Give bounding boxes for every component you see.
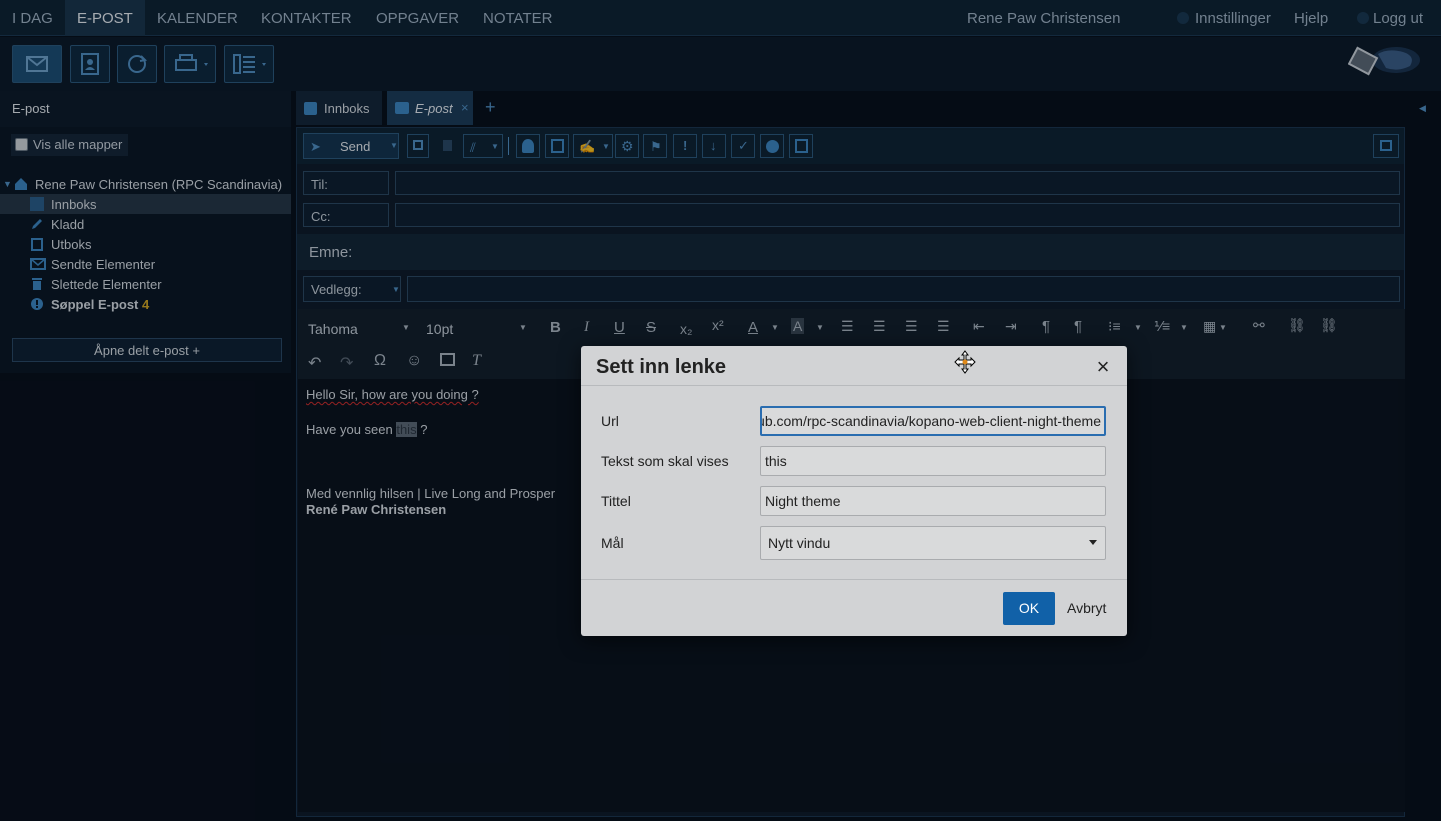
title-input[interactable]: Night theme [760,486,1106,516]
ok-button[interactable]: OK [1003,592,1055,625]
display-text-label: Tekst som skal vises [601,453,729,469]
display-text-input[interactable]: this [760,446,1106,476]
dialog-title: Sett inn lenke [596,356,727,378]
target-select[interactable]: Nytt vindu [760,526,1106,560]
title-label: Tittel [601,493,631,509]
url-label: Url [601,413,619,429]
dialog-divider [581,385,1127,386]
url-value: https://github.com/rpc-scandinavia/kopan… [762,413,1101,429]
cancel-button[interactable]: Avbryt [1067,600,1106,616]
close-icon[interactable]: × [1093,354,1113,379]
url-input[interactable]: https://github.com/rpc-scandinavia/kopan… [760,406,1106,436]
target-value: Nytt vindu [768,535,831,551]
dialog-footer-divider [581,579,1127,580]
move-cursor-icon [954,350,976,374]
insert-link-dialog: Sett inn lenke × Url https://github.com/… [581,346,1127,636]
chevron-down-icon [1089,540,1097,545]
target-label: Mål [601,535,624,551]
